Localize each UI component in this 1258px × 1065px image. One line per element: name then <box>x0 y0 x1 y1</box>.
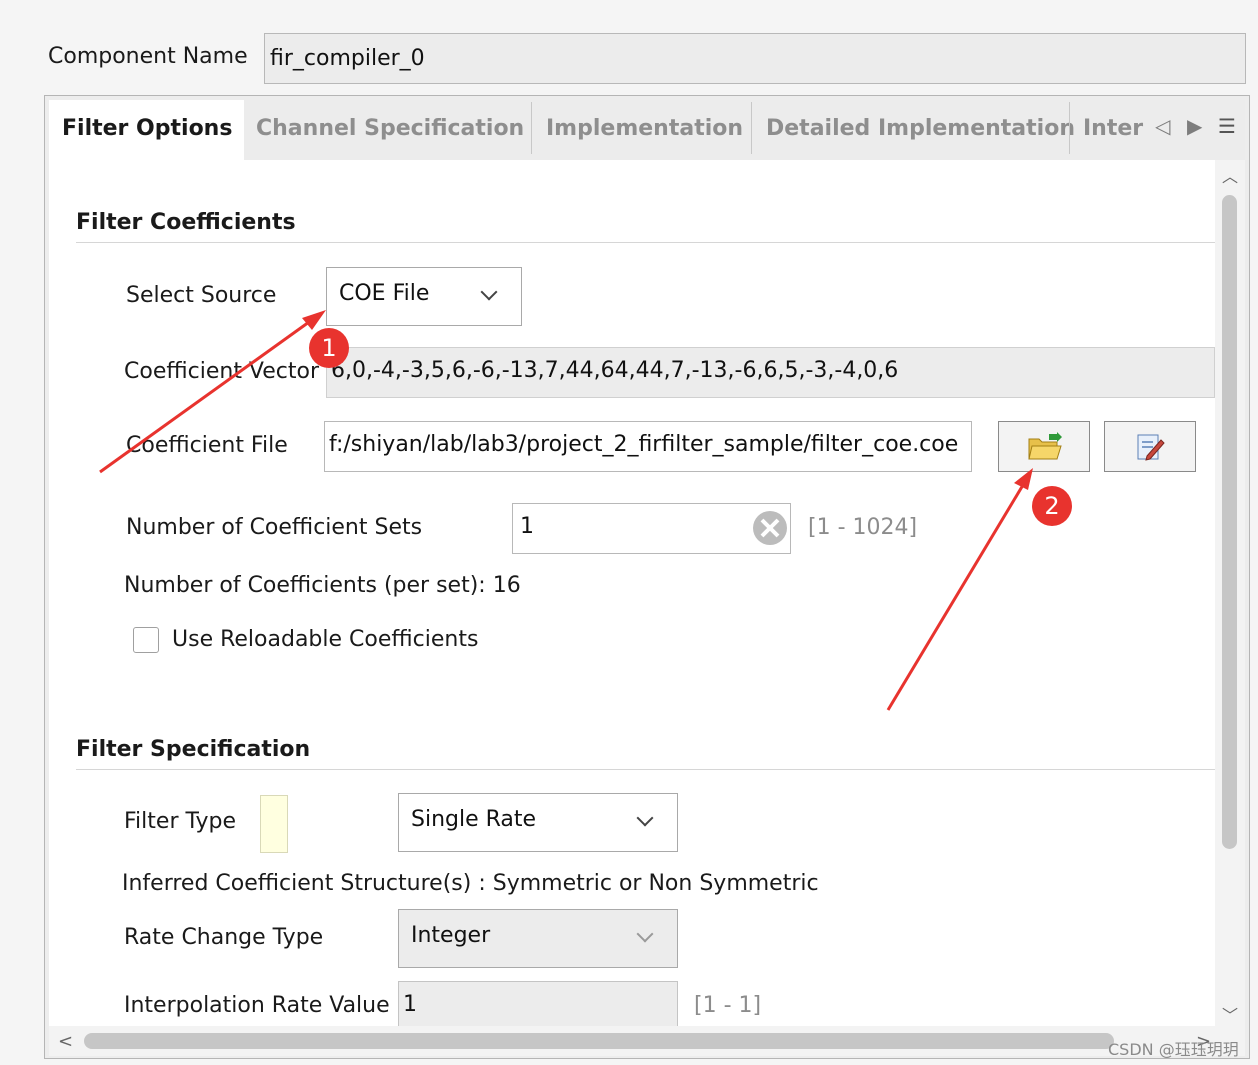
arrowhead-icon <box>1014 468 1033 490</box>
annotation-arrow-2 <box>886 479 1028 711</box>
arrowhead-icon <box>302 310 326 330</box>
annotation-arrows <box>99 310 1033 711</box>
annotation-badge-1: 1 <box>309 328 349 368</box>
annotation-badge-2: 2 <box>1032 486 1072 526</box>
watermark: CSDN @珏珏玥玥 <box>1108 1040 1239 1059</box>
annotation-arrow-1 <box>99 315 317 474</box>
